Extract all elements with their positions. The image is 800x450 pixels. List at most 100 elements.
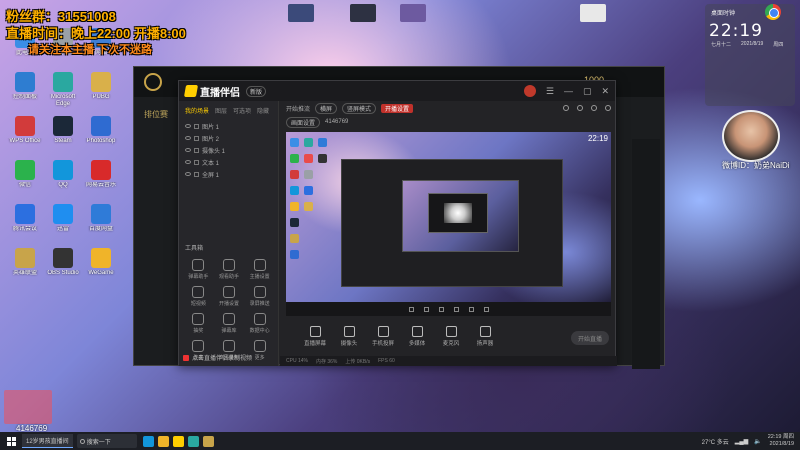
- landscape-toggle[interactable]: 横屏: [315, 102, 338, 114]
- tool-icon: [222, 340, 235, 352]
- desktop-icon[interactable]: 控制面板: [6, 72, 44, 108]
- taskbar-clock[interactable]: 22:19 周四 2021/8/19: [768, 434, 794, 448]
- status-item: FPS 60: [378, 358, 395, 364]
- preview-toolbar: [286, 302, 611, 316]
- preview-icon: [290, 186, 299, 195]
- eye-icon[interactable]: [185, 160, 191, 164]
- eye-icon[interactable]: [185, 148, 191, 152]
- scene-settings-button[interactable]: 画面设置: [286, 116, 321, 128]
- close-icon[interactable]: ✕: [601, 86, 609, 97]
- live-settings-button[interactable]: 开播设置: [381, 103, 414, 113]
- eye-icon[interactable]: [185, 124, 191, 128]
- desktop-icon[interactable]: WeGame: [82, 248, 120, 284]
- streaming-app-icon[interactable]: [172, 435, 184, 447]
- scene-tab[interactable]: 可选项: [233, 106, 251, 115]
- app-shortcut-icon: [15, 116, 35, 136]
- desktop-shortcut-icon[interactable]: [288, 4, 314, 22]
- desktop-icon[interactable]: 微信: [6, 160, 44, 196]
- desktop-icon[interactable]: 网易云音乐: [82, 160, 120, 196]
- app-titlebar[interactable]: 直播伴侣 新版 ☰ — ▢ ✕: [179, 81, 615, 101]
- tool-label: 弹幕助手: [188, 274, 209, 280]
- app-shortcut-icon: [53, 116, 73, 136]
- tool-button[interactable]: 短视频: [183, 286, 214, 307]
- recorder-note-text: 点击直播伴侣录制视频: [192, 356, 253, 362]
- taskbar-search[interactable]: 搜索一下: [76, 434, 137, 448]
- tool-button[interactable]: 弹幕库: [214, 313, 245, 334]
- streaming-app-window[interactable]: 直播伴侣 新版 ☰ — ▢ ✕ 我的场景 图层 可选项 隐藏 图片 1 图片 2 摄像头 …: [178, 80, 617, 366]
- desktop-icon-label: PUBG: [92, 94, 110, 100]
- chrome-icon[interactable]: [765, 4, 781, 20]
- volume-icon[interactable]: 🔈: [754, 438, 761, 445]
- tool-label: 数据中心: [249, 328, 270, 334]
- app-shortcut-icon: [53, 160, 73, 180]
- scene-tab[interactable]: 我的场景: [185, 106, 209, 115]
- share-icon[interactable]: [605, 105, 611, 111]
- layer-item[interactable]: 图片 2: [179, 132, 278, 144]
- source-label: 多媒体: [408, 341, 426, 347]
- desktop-icon[interactable]: QQ: [44, 160, 82, 196]
- source-button[interactable]: 麦克风: [440, 326, 462, 347]
- weather[interactable]: 27°C 多云: [702, 437, 729, 446]
- desktop-shortcut-icon[interactable]: [400, 4, 426, 22]
- minimize-icon[interactable]: —: [564, 86, 573, 96]
- mail-icon[interactable]: [591, 105, 597, 111]
- desktop-icon[interactable]: Microsoft Edge: [44, 72, 82, 108]
- gift-icon[interactable]: [563, 105, 569, 111]
- clock-widget[interactable]: 桌面时钟 22:19 七月十二 2021/8/19 周四: [705, 4, 795, 106]
- weekday: 周四: [773, 42, 784, 48]
- tool-icon: [222, 286, 235, 298]
- source-button[interactable]: 直播屏幕: [304, 326, 326, 347]
- desktop-icon[interactable]: 百度网盘: [82, 204, 120, 240]
- qq-icon[interactable]: [142, 435, 154, 447]
- desktop-shortcut-icon[interactable]: [350, 4, 376, 22]
- source-button[interactable]: 摄像头: [338, 326, 360, 347]
- desktop-icon[interactable]: WPS Office: [6, 116, 44, 152]
- layer-item[interactable]: 文本 1: [179, 156, 278, 168]
- menu-icon[interactable]: ☰: [546, 86, 554, 97]
- scene-tab[interactable]: 隐藏: [257, 106, 269, 115]
- eye-icon[interactable]: [185, 136, 191, 140]
- desktop-icon-label: 微信: [18, 182, 31, 188]
- taskbar-window-item[interactable]: 12岁男孩直播间: [22, 434, 73, 448]
- lol-icon[interactable]: [202, 435, 214, 447]
- eye-icon[interactable]: [185, 172, 191, 176]
- recorder-note[interactable]: 点击直播伴侣录制视频: [183, 353, 252, 362]
- tool-button[interactable]: 弹幕助手: [183, 259, 214, 280]
- edge-icon[interactable]: [187, 435, 199, 447]
- version-badge[interactable]: 新版: [246, 85, 267, 97]
- user-avatar[interactable]: [523, 85, 536, 97]
- start-live-button[interactable]: 开始直播: [571, 331, 609, 345]
- desktop-icon[interactable]: OBS Studio: [44, 248, 82, 284]
- source-button[interactable]: 手机投屏: [372, 326, 394, 347]
- bottom-left-sticker: [4, 390, 52, 424]
- tool-button[interactable]: 主播设置: [244, 259, 275, 280]
- desktop-icon[interactable]: 腾讯会议: [6, 204, 44, 240]
- tool-button[interactable]: 抽奖: [183, 313, 214, 334]
- folder-icon[interactable]: [157, 435, 169, 447]
- desktop-icon[interactable]: 迅雷: [44, 204, 82, 240]
- layer-item[interactable]: 摄像头 1: [179, 144, 278, 156]
- layer-item[interactable]: 全屏 1: [179, 168, 278, 180]
- desktop-icon-label: OBS Studio: [47, 270, 79, 276]
- source-button[interactable]: 扬声器: [474, 326, 496, 347]
- layer-type-icon: [194, 135, 199, 141]
- maximize-icon[interactable]: ▢: [583, 86, 592, 97]
- desktop-icon[interactable]: PUBG: [82, 72, 120, 108]
- tool-button[interactable]: 数据中心: [244, 313, 275, 334]
- tool-button[interactable]: 观看助手: [214, 259, 245, 280]
- desktop-icon[interactable]: Photoshop: [82, 116, 120, 152]
- layer-item[interactable]: 图片 1: [179, 120, 278, 132]
- desktop-shortcut-icon[interactable]: [580, 4, 606, 22]
- desktop-icon[interactable]: 英雄联盟: [6, 248, 44, 284]
- desktop-icon[interactable]: Steam: [44, 116, 82, 152]
- tool-button[interactable]: 录屏推送: [244, 286, 275, 307]
- start-button[interactable]: [0, 432, 22, 450]
- source-button[interactable]: 多媒体: [406, 326, 428, 347]
- tool-button[interactable]: 开播设置: [214, 286, 245, 307]
- stream-preview[interactable]: 22:19: [286, 132, 611, 316]
- portrait-toggle[interactable]: 竖屏模式: [342, 102, 377, 114]
- preview-icon: [318, 154, 327, 163]
- scene-tab[interactable]: 图层: [215, 106, 227, 115]
- network-icon[interactable]: ▂▄▆: [735, 438, 748, 445]
- bell-icon[interactable]: [577, 105, 583, 111]
